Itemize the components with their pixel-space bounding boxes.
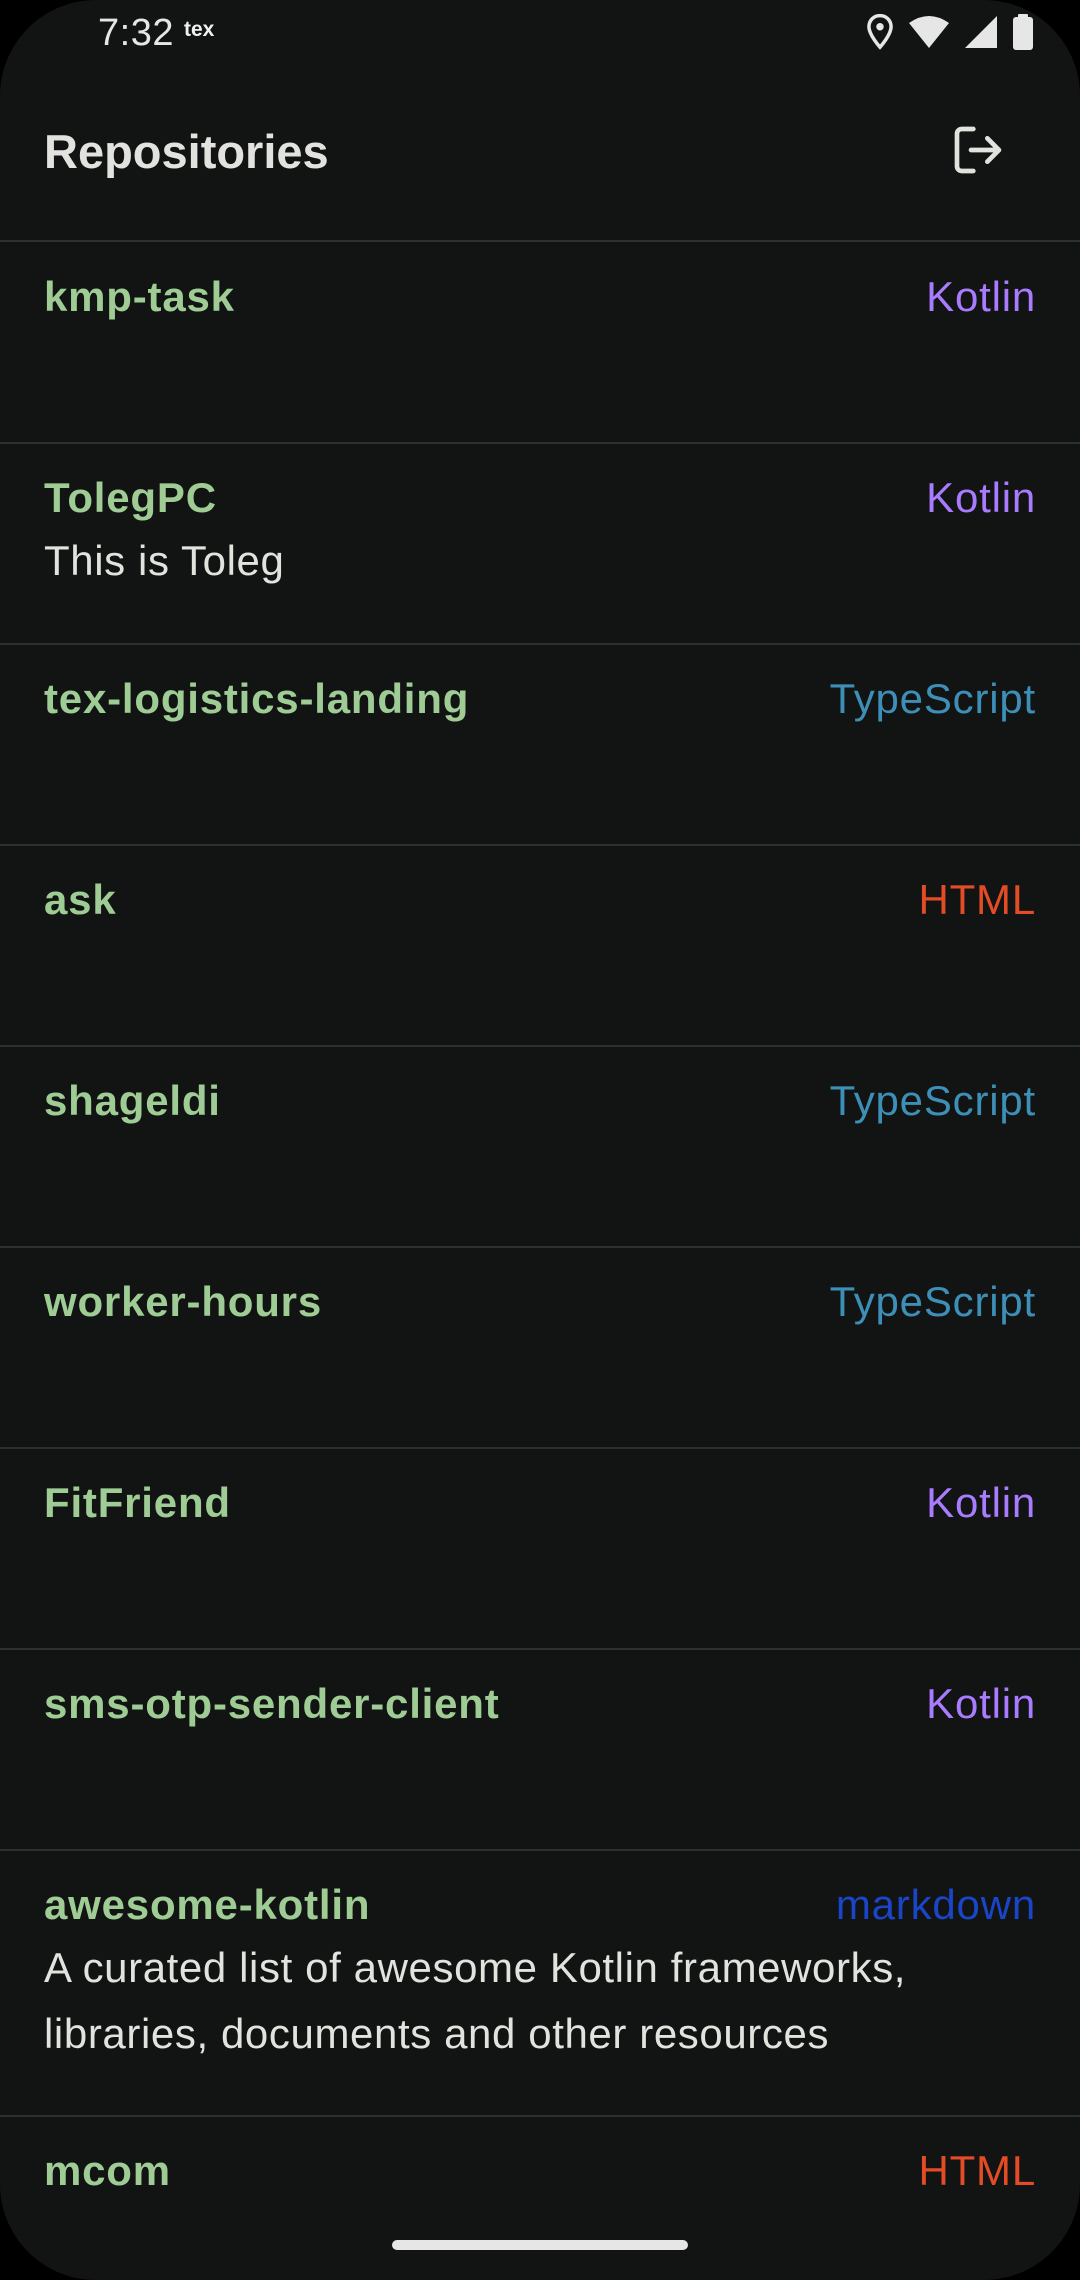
repo-name: shageldi: [44, 1077, 221, 1124]
repo-name: ask: [44, 876, 117, 923]
repo-name: sms-otp-sender-client: [44, 1680, 500, 1727]
repo-language: TypeScript: [829, 1077, 1036, 1124]
battery-icon: [1013, 14, 1033, 50]
screen: 7:32 tex Repositories kmp-task Kotlin To…: [0, 0, 1080, 2280]
repo-description: This is Toleg: [44, 537, 285, 584]
repo-list-item[interactable]: kmp-task Kotlin: [0, 243, 1080, 444]
repo-list-item[interactable]: ask HTML: [0, 846, 1080, 1047]
repo-name: FitFriend: [44, 1479, 231, 1526]
status-time: 7:32: [98, 12, 174, 54]
repo-list-item[interactable]: FitFriend Kotlin: [0, 1449, 1080, 1650]
repo-name: kmp-task: [44, 273, 235, 320]
repo-list-item[interactable]: shageldi TypeScript: [0, 1047, 1080, 1248]
location-icon: [867, 14, 893, 50]
logout-icon: [954, 126, 1002, 174]
status-carrier: tex: [184, 18, 215, 41]
repo-name: mcom: [44, 2147, 171, 2194]
repo-language: Kotlin: [926, 273, 1036, 320]
repo-name: tex-logistics-landing: [44, 675, 470, 722]
repo-language: HTML: [918, 876, 1036, 923]
repository-list: kmp-task Kotlin TolegPC Kotlin This is T…: [0, 243, 1080, 2280]
repo-language: TypeScript: [829, 1278, 1036, 1325]
repo-language: Kotlin: [926, 1680, 1036, 1727]
gesture-nav-handle[interactable]: [392, 2240, 688, 2250]
repo-description: A curated list of awesome Kotlin framewo…: [44, 1944, 907, 2057]
repo-name: worker-hours: [44, 1278, 322, 1325]
wifi-icon: [909, 16, 949, 48]
repo-language: TypeScript: [829, 675, 1036, 722]
page-title: Repositories: [44, 125, 329, 178]
status-bar: 7:32 tex: [0, 0, 1080, 66]
repo-language: Kotlin: [926, 474, 1036, 521]
repo-list-item[interactable]: TolegPC Kotlin This is Toleg: [0, 444, 1080, 645]
repo-name: TolegPC: [44, 474, 217, 521]
repo-list-item[interactable]: worker-hours TypeScript: [0, 1248, 1080, 1449]
signal-icon: [965, 16, 997, 48]
repo-language: HTML: [918, 2147, 1036, 2194]
repo-list-item[interactable]: mcom HTML: [0, 2117, 1080, 2280]
repo-language: markdown: [835, 1881, 1036, 1928]
repo-list-item[interactable]: awesome-kotlin markdown A curated list o…: [0, 1851, 1080, 2117]
status-icons: [866, 14, 1034, 50]
logout-button[interactable]: [946, 118, 1010, 182]
repo-name: awesome-kotlin: [44, 1881, 371, 1928]
top-app-bar: Repositories: [0, 66, 1080, 242]
repo-list-item[interactable]: sms-otp-sender-client Kotlin: [0, 1650, 1080, 1851]
repo-language: Kotlin: [926, 1479, 1036, 1526]
repo-list-item[interactable]: tex-logistics-landing TypeScript: [0, 645, 1080, 846]
